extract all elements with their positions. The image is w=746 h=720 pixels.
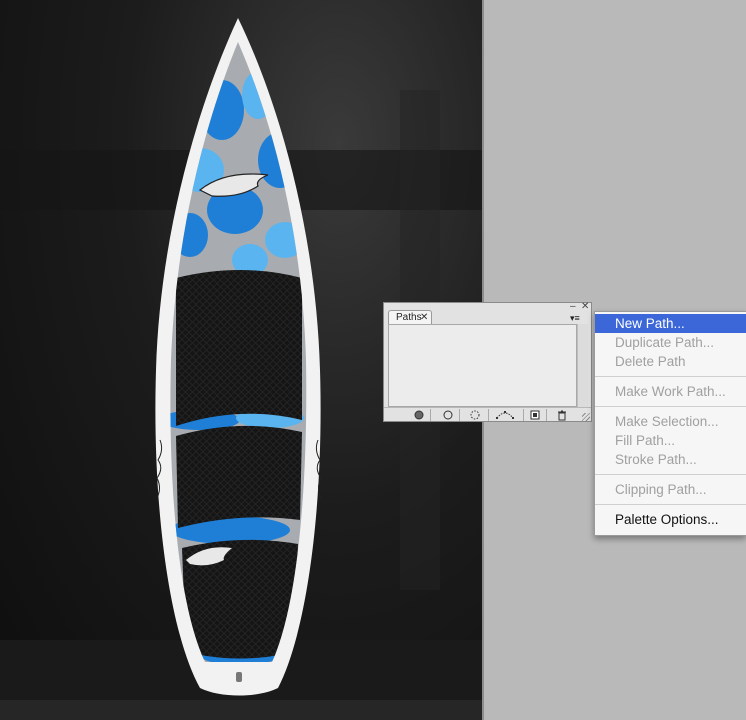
menu-item-delete-path[interactable]: Delete Path: [595, 352, 746, 371]
make-work-path-icon: [496, 411, 514, 419]
delete-path-icon: [558, 410, 566, 420]
menu-item-duplicate-path[interactable]: Duplicate Path...: [595, 333, 746, 352]
new-path-icon: [530, 410, 540, 420]
menu-item-fill-path[interactable]: Fill Path...: [595, 431, 746, 450]
stroke-path-icon: [443, 410, 453, 420]
menu-item-make-work-path[interactable]: Make Work Path...: [595, 382, 746, 401]
footer-separator: [523, 409, 524, 421]
load-selection-icon: [470, 410, 480, 420]
stroke-path-button[interactable]: [438, 409, 458, 421]
footer-separator: [430, 409, 431, 421]
palette-resize-grip[interactable]: [582, 413, 590, 421]
palette-menu-icon: ▾≡: [570, 313, 580, 323]
tab-paths-label: Paths: [396, 312, 422, 323]
make-work-path-button[interactable]: [493, 409, 517, 421]
load-selection-button[interactable]: [465, 409, 485, 421]
delete-path-button[interactable]: [552, 409, 572, 421]
fill-path-icon: [414, 410, 424, 420]
menu-item-make-selection[interactable]: Make Selection...: [595, 412, 746, 431]
palette-menu-button[interactable]: ▾≡: [570, 312, 588, 324]
menu-separator: [595, 504, 746, 505]
palette-minimize-button[interactable]: –: [570, 302, 576, 312]
paths-palette[interactable]: – ✕ Paths ✕ ▾≡: [383, 302, 592, 422]
palette-close-button[interactable]: ✕: [581, 302, 589, 312]
footer-separator: [488, 409, 489, 421]
menu-item-clipping-path[interactable]: Clipping Path...: [595, 480, 746, 499]
paths-palette-menu: New Path... Duplicate Path... Delete Pat…: [594, 311, 746, 536]
footer-separator: [459, 409, 460, 421]
tab-paths[interactable]: Paths ✕: [388, 310, 432, 324]
menu-separator: [595, 376, 746, 377]
paths-list-scrollbar[interactable]: [577, 324, 588, 407]
paths-list[interactable]: [388, 324, 577, 407]
palette-footer: [384, 407, 591, 422]
tab-close-icon[interactable]: ✕: [420, 311, 428, 324]
menu-item-palette-options[interactable]: Palette Options...: [595, 510, 746, 529]
fill-path-button[interactable]: [409, 409, 429, 421]
menu-item-stroke-path[interactable]: Stroke Path...: [595, 450, 746, 469]
menu-separator: [595, 406, 746, 407]
footer-separator: [546, 409, 547, 421]
menu-separator: [595, 474, 746, 475]
menu-item-new-path[interactable]: New Path...: [595, 314, 746, 333]
new-path-button[interactable]: [525, 409, 545, 421]
